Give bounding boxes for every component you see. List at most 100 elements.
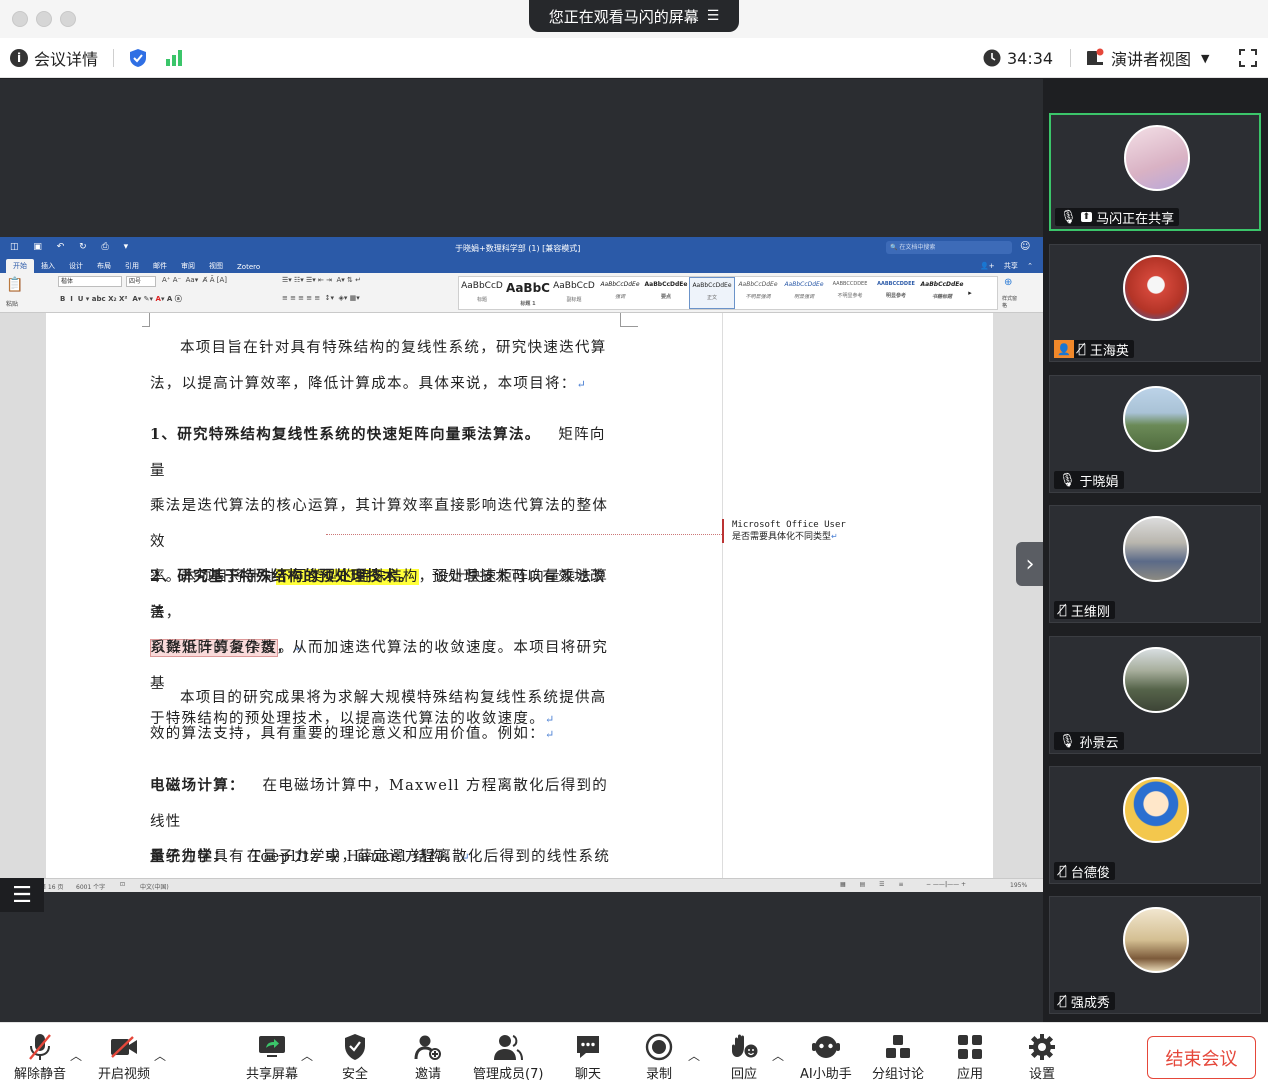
- view-mode-icons[interactable]: ▦ ▤ ☰ ≡: [840, 881, 909, 888]
- style-book-title[interactable]: AaBbCcDdEe 书籍标题: [919, 277, 965, 309]
- tab-view[interactable]: 视图: [202, 259, 230, 273]
- network-quality-indicator[interactable]: [164, 38, 184, 78]
- screen-share-icon: ⬆: [1080, 212, 1093, 222]
- font-name-select[interactable]: 楷体: [58, 276, 122, 287]
- document-area: 本项目旨在针对具有特殊结构的复线性系统，研究快速迭代算 法，以提高计算效率，降低…: [0, 313, 1043, 892]
- collapse-sidebar-button[interactable]: ›: [1016, 542, 1044, 586]
- record-options-chevron-up-icon[interactable]: ︿: [688, 1047, 700, 1064]
- style-strong[interactable]: AaBbCcDdEe 要点: [643, 277, 689, 309]
- end-meeting-button[interactable]: 结束会议: [1147, 1036, 1256, 1079]
- manage-members-button[interactable]: 管理成员(7): [473, 1031, 543, 1082]
- tab-home[interactable]: 开始: [6, 259, 34, 273]
- styles-more-arrow-icon[interactable]: ▸: [965, 277, 975, 309]
- security-button[interactable]: 安全: [342, 1031, 368, 1082]
- participant-tile[interactable]: 🎙̸ 台德俊: [1049, 766, 1261, 884]
- paragraph-mark-icon: ↵: [576, 377, 588, 391]
- style-heading-1[interactable]: AaBbC 标题 1: [505, 277, 551, 309]
- react-button[interactable]: 回应: [729, 1031, 759, 1082]
- participant-tile[interactable]: 🎙̸ 王维刚: [1049, 505, 1261, 623]
- home-ribbon: 📋 粘贴 楷体 四号 A⁺ A⁻ Aa▾ A̸ Ā [A] B I U ▾ ab…: [0, 273, 1043, 313]
- word-search-input[interactable]: 🔍 在文档中搜索: [886, 241, 1012, 254]
- tab-mailings[interactable]: 邮件: [146, 259, 174, 273]
- smiley-feedback-icon[interactable]: ☺: [1020, 241, 1030, 252]
- screen-share-banner[interactable]: 您正在观看马闪的屏幕 ☰: [529, 0, 739, 32]
- style-intense-emphasis[interactable]: AaBbCcDdEe 明显强调: [781, 277, 827, 309]
- share-screen-icon: [259, 1036, 285, 1057]
- proofing-icon[interactable]: ⊡: [120, 881, 125, 888]
- comment-bubble[interactable]: Microsoft Office User 是否需要具体化不同类型↵: [722, 519, 892, 543]
- avatar: [1123, 516, 1189, 582]
- record-button[interactable]: 录制: [645, 1031, 673, 1082]
- document-outline-button[interactable]: ☰: [0, 878, 44, 912]
- participant-tile[interactable]: 🎙 于晓娟: [1049, 375, 1261, 493]
- participant-tile[interactable]: 👤 🎙̸ 王海英: [1049, 244, 1261, 362]
- align-buttons[interactable]: ≡ ≡ ≡ ≡ ≡ ↕▾ ◈▾ ▦▾: [282, 294, 360, 302]
- participant-tile[interactable]: 🎙 孙景云: [1049, 636, 1261, 754]
- shield-check-icon: [130, 49, 146, 67]
- video-options-chevron-up-icon[interactable]: ︿: [154, 1047, 166, 1064]
- settings-label: 设置: [1028, 1067, 1055, 1082]
- style-subtitle[interactable]: AaBbCcD 副标题: [551, 277, 597, 309]
- style-emphasis[interactable]: AaBbCcDdEe 强调: [597, 277, 643, 309]
- react-options-chevron-up-icon[interactable]: ︿: [772, 1047, 784, 1064]
- fullscreen-button[interactable]: [1238, 38, 1258, 78]
- security-label: 安全: [342, 1067, 369, 1082]
- tab-zotero[interactable]: Zotero: [230, 261, 267, 273]
- chat-bubble-icon: [577, 1036, 599, 1058]
- microphone-muted-icon: [29, 1034, 51, 1060]
- styles-pane-icon[interactable]: ⊕: [1004, 277, 1012, 288]
- share-options-chevron-up-icon[interactable]: ︿: [301, 1047, 313, 1064]
- style-subtle-reference[interactable]: AABBCCDDEE 不明显参考: [827, 277, 873, 309]
- apps-button[interactable]: 应用: [956, 1031, 984, 1082]
- avatar: [1124, 125, 1190, 191]
- manage-members-label: 管理成员(7): [473, 1067, 544, 1082]
- document-page[interactable]: 本项目旨在针对具有特殊结构的复线性系统，研究快速迭代算 法，以提高计算效率，降低…: [46, 313, 993, 892]
- list-buttons[interactable]: ☰▾ ☷▾ ☰▾ ⇤ ⇥ A▾ ⇅ ↵: [282, 276, 361, 284]
- quick-access-icons[interactable]: ◫ ▣ ↶ ↻ ⎙ ▾: [10, 242, 134, 252]
- tab-insert[interactable]: 插入: [34, 259, 62, 273]
- clock-icon: [983, 49, 1001, 67]
- speaker-view-dropdown[interactable]: 演讲者视图 ▼: [1085, 38, 1209, 78]
- tab-references[interactable]: 引用: [118, 259, 146, 273]
- security-shield-button[interactable]: [128, 38, 148, 78]
- audio-options-chevron-up-icon[interactable]: ︿: [70, 1047, 82, 1064]
- style-subtle-emphasis[interactable]: AaBbCcDdEe 不明显强调: [735, 277, 781, 309]
- tab-layout[interactable]: 布局: [90, 259, 118, 273]
- share-document-button[interactable]: 👤+ 共享 ⌃: [973, 259, 1043, 273]
- chat-button[interactable]: 聊天: [574, 1031, 602, 1082]
- paste-label: 粘贴: [6, 301, 19, 308]
- window-close-button[interactable]: [12, 11, 28, 27]
- invite-button[interactable]: 邀请: [414, 1031, 442, 1082]
- style-title[interactable]: AaBbCcD 标题: [459, 277, 505, 309]
- style-normal[interactable]: AaBbCcDdEe 正文: [689, 277, 735, 309]
- font-size-select[interactable]: 四号: [126, 276, 156, 287]
- text-line: 本项目的研究成果将为求解大规模特殊结构复线性系统提供高: [180, 690, 607, 706]
- participant-tile[interactable]: 🎙 ⬆ 马闪正在共享: [1049, 113, 1261, 231]
- zoom-slider[interactable]: − ——|—— +: [926, 881, 966, 888]
- style-intense-reference[interactable]: AABBCCDDEE 明显参考: [873, 277, 919, 309]
- unmute-button[interactable]: 解除静音: [14, 1031, 66, 1082]
- text-line: 乘法是迭代算法的核心运算，其计算效率直接影响迭代算法的整体效: [150, 498, 609, 550]
- paste-icon[interactable]: 📋: [6, 277, 23, 293]
- font-grow-shrink-icons[interactable]: A⁺ A⁻ Aa▾ A̸ Ā [A]: [162, 276, 227, 284]
- breakout-rooms-button[interactable]: 分组讨论: [872, 1031, 924, 1082]
- share-screen-label: 共享屏幕: [246, 1067, 299, 1082]
- window-zoom-button[interactable]: [60, 11, 76, 27]
- tab-design[interactable]: 设计: [62, 259, 90, 273]
- meeting-details-button[interactable]: i 会议详情: [10, 38, 98, 78]
- start-video-button[interactable]: 开启视频: [98, 1031, 150, 1082]
- item-1-title: 1、研究特殊结构复线性系统的快速矩阵向量乘法算法。: [150, 426, 541, 443]
- format-buttons[interactable]: B I U ▾ abc X₂ X² A▾ ✎▾ A▾ A ⓐ: [60, 294, 182, 304]
- signal-bars-icon: [166, 50, 182, 66]
- participant-tile[interactable]: 🎙̸ 强成秀: [1049, 896, 1261, 1014]
- text-line: 法，以提高计算效率，降低计算成本。具体来说，本项目将：: [150, 375, 577, 392]
- ai-assistant-button[interactable]: AI小助手: [800, 1031, 852, 1082]
- shared-screen-stage: ◫ ▣ ↶ ↻ ⎙ ▾ 于晓娟+数理科学部 (1) [兼容模式] 🔍 在文档中搜…: [0, 79, 1043, 1022]
- window-minimize-button[interactable]: [36, 11, 52, 27]
- share-screen-button[interactable]: 共享屏幕: [246, 1031, 298, 1082]
- microphone-icon: 🎙: [1059, 472, 1076, 488]
- tab-review[interactable]: 审阅: [174, 259, 202, 273]
- chevron-down-icon: ▼: [1201, 51, 1210, 65]
- settings-button[interactable]: 设置: [1028, 1031, 1056, 1082]
- paragraph-mark-icon: ↵: [545, 727, 556, 741]
